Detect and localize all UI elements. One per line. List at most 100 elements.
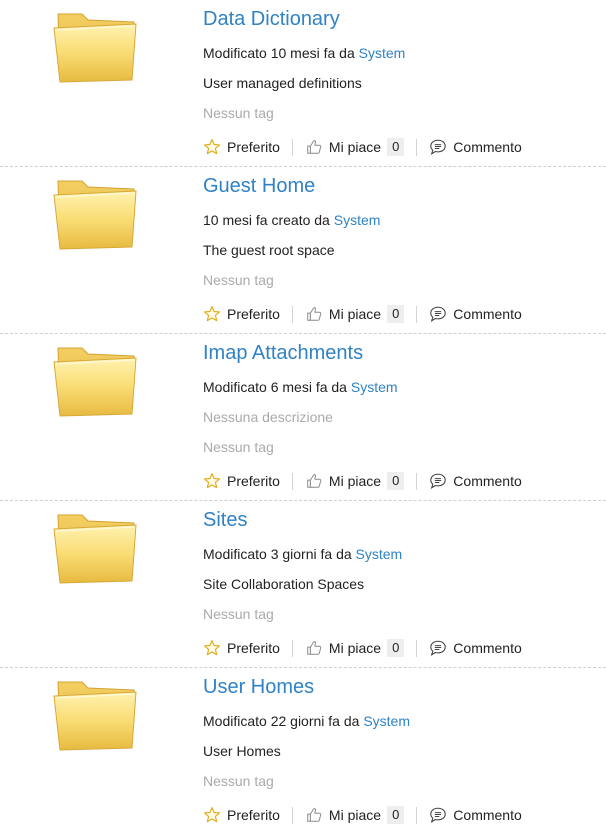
- action-separator: [416, 806, 418, 824]
- action-separator: [416, 305, 418, 323]
- list-item: Sites Modificato 3 giorni fa da System S…: [0, 501, 606, 668]
- item-actions: Preferito Mi piace 0 Commento: [203, 136, 522, 158]
- like-count-badge: 0: [387, 806, 405, 824]
- item-description: Nessuna descrizione: [203, 409, 333, 425]
- favourite-label: Preferito: [227, 139, 280, 155]
- like-count-badge: 0: [387, 138, 405, 156]
- like-count-badge: 0: [387, 472, 405, 490]
- like-count-badge: 0: [387, 305, 405, 323]
- like-action[interactable]: Mi piace 0: [305, 472, 405, 490]
- item-actions: Preferito Mi piace 0 Commento: [203, 470, 522, 492]
- list-item: Data Dictionary Modificato 10 mesi fa da…: [0, 0, 606, 167]
- like-label: Mi piace: [328, 807, 382, 823]
- action-separator: [291, 138, 293, 156]
- list-item: User Homes Modificato 22 giorni fa da Sy…: [0, 668, 606, 835]
- speech-bubble-icon: [430, 306, 447, 322]
- favourite-action[interactable]: Preferito: [203, 639, 280, 657]
- like-action[interactable]: Mi piace 0: [305, 639, 405, 657]
- item-title-link[interactable]: Data Dictionary: [203, 8, 340, 31]
- comment-action[interactable]: Commento: [429, 305, 522, 323]
- comment-label: Commento: [453, 306, 522, 322]
- item-modifier-link[interactable]: System: [351, 379, 398, 395]
- folder-icon[interactable]: [50, 676, 140, 752]
- speech-bubble-icon: [430, 807, 447, 823]
- like-label: Mi piace: [328, 139, 382, 155]
- action-separator: [416, 138, 418, 156]
- comment-action[interactable]: Commento: [429, 806, 522, 824]
- item-modified-text: Modificato 3 giorni fa da: [203, 546, 356, 562]
- item-actions: Preferito Mi piace 0 Commento: [203, 804, 522, 826]
- item-tags: Nessun tag: [203, 439, 274, 455]
- speech-bubble-icon: [430, 640, 447, 656]
- folder-icon[interactable]: [50, 342, 140, 418]
- comment-label: Commento: [453, 139, 522, 155]
- item-title-link[interactable]: Guest Home: [203, 175, 315, 198]
- speech-bubble-icon: [430, 139, 447, 155]
- star-icon: [203, 306, 221, 322]
- favourite-action[interactable]: Preferito: [203, 472, 280, 490]
- item-modifier-link[interactable]: System: [359, 45, 406, 61]
- favourite-action[interactable]: Preferito: [203, 138, 280, 156]
- item-modifier-link[interactable]: System: [356, 546, 403, 562]
- folder-icon[interactable]: [50, 8, 140, 84]
- like-label: Mi piace: [328, 306, 382, 322]
- item-tags: Nessun tag: [203, 773, 274, 789]
- action-separator: [291, 472, 293, 490]
- folder-icon[interactable]: [50, 175, 140, 251]
- thumbs-up-icon: [307, 641, 322, 655]
- item-title-link[interactable]: User Homes: [203, 676, 314, 699]
- item-modified-line: Modificato 10 mesi fa da System: [203, 45, 405, 61]
- thumbs-up-icon: [307, 307, 322, 321]
- thumbs-up-icon: [307, 140, 322, 154]
- action-separator: [291, 305, 293, 323]
- star-icon: [203, 473, 221, 489]
- item-actions: Preferito Mi piace 0 Commento: [203, 303, 522, 325]
- item-modified-line: Modificato 6 mesi fa da System: [203, 379, 398, 395]
- like-count-badge: 0: [387, 639, 405, 657]
- item-tags: Nessun tag: [203, 606, 274, 622]
- item-modifier-link[interactable]: System: [363, 713, 410, 729]
- comment-label: Commento: [453, 807, 522, 823]
- comment-action[interactable]: Commento: [429, 138, 522, 156]
- list-item: Imap Attachments Modificato 6 mesi fa da…: [0, 334, 606, 501]
- folder-icon[interactable]: [50, 509, 140, 585]
- item-description: The guest root space: [203, 242, 335, 258]
- item-description: User Homes: [203, 743, 281, 759]
- favourite-action[interactable]: Preferito: [203, 806, 280, 824]
- item-modified-text: 10 mesi fa creato da: [203, 212, 334, 228]
- list-item: Guest Home 10 mesi fa creato da System T…: [0, 167, 606, 334]
- favourite-label: Preferito: [227, 807, 280, 823]
- item-title-link[interactable]: Sites: [203, 509, 247, 532]
- item-description: User managed definitions: [203, 75, 362, 91]
- item-tags: Nessun tag: [203, 105, 274, 121]
- comment-label: Commento: [453, 473, 522, 489]
- item-modifier-link[interactable]: System: [334, 212, 381, 228]
- like-label: Mi piace: [328, 473, 382, 489]
- star-icon: [203, 807, 221, 823]
- thumbs-up-icon: [307, 474, 322, 488]
- action-separator: [291, 806, 293, 824]
- favourite-label: Preferito: [227, 640, 280, 656]
- item-tags: Nessun tag: [203, 272, 274, 288]
- item-title-link[interactable]: Imap Attachments: [203, 342, 363, 365]
- like-action[interactable]: Mi piace 0: [305, 138, 405, 156]
- action-separator: [291, 639, 293, 657]
- item-modified-text: Modificato 22 giorni fa da: [203, 713, 364, 729]
- star-icon: [203, 640, 221, 656]
- like-action[interactable]: Mi piace 0: [305, 806, 405, 824]
- item-actions: Preferito Mi piace 0 Commento: [203, 637, 522, 659]
- item-modified-text: Modificato 6 mesi fa da: [203, 379, 351, 395]
- speech-bubble-icon: [430, 473, 447, 489]
- like-action[interactable]: Mi piace 0: [305, 305, 405, 323]
- item-modified-line: Modificato 3 giorni fa da System: [203, 546, 402, 562]
- thumbs-up-icon: [307, 808, 322, 822]
- comment-action[interactable]: Commento: [429, 639, 522, 657]
- item-modified-line: 10 mesi fa creato da System: [203, 212, 380, 228]
- item-description: Site Collaboration Spaces: [203, 576, 365, 592]
- favourite-action[interactable]: Preferito: [203, 305, 280, 323]
- comment-label: Commento: [453, 640, 522, 656]
- favourite-label: Preferito: [227, 306, 280, 322]
- comment-action[interactable]: Commento: [429, 472, 522, 490]
- like-label: Mi piace: [328, 640, 382, 656]
- star-icon: [203, 139, 221, 155]
